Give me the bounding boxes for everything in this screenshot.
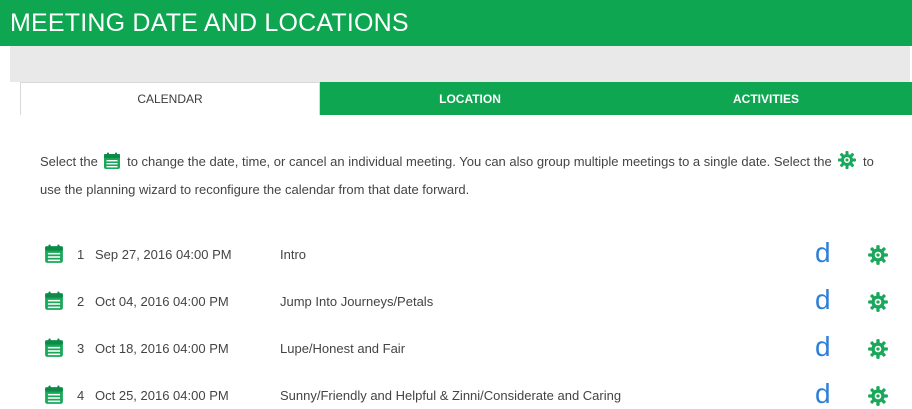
gear-icon[interactable] bbox=[867, 338, 889, 363]
meeting-number: 1 bbox=[77, 247, 85, 262]
meeting-title: Jump Into Journeys/Petals bbox=[280, 294, 434, 309]
meeting-d-link[interactable]: d bbox=[815, 378, 831, 409]
calendar-icon[interactable] bbox=[44, 385, 64, 408]
page-title: MEETING DATE AND LOCATIONS bbox=[10, 9, 409, 37]
header-bar: MEETING DATE AND LOCATIONS bbox=[0, 0, 912, 46]
meeting-settings-screen: MEETING DATE AND LOCATIONS CALENDAR LOCA… bbox=[0, 0, 912, 409]
tab-calendar[interactable]: CALENDAR bbox=[20, 82, 320, 115]
meeting-date: Oct 04, 2016 04:00 PM bbox=[95, 294, 229, 309]
meeting-row: 3 Oct 18, 2016 04:00 PM Lupe/Honest and … bbox=[40, 326, 910, 373]
meeting-title: Lupe/Honest and Fair bbox=[280, 341, 406, 356]
meeting-date: Oct 25, 2016 04:00 PM bbox=[95, 388, 229, 403]
calendar-icon bbox=[103, 152, 121, 178]
instructions-part-2: to change the date, time, or cancel an i… bbox=[127, 154, 832, 169]
meeting-date: Oct 18, 2016 04:00 PM bbox=[95, 341, 229, 356]
tab-bar: CALENDAR LOCATION ACTIVITIES bbox=[20, 82, 912, 115]
meeting-d-link[interactable]: d bbox=[815, 331, 831, 363]
meeting-number: 3 bbox=[77, 341, 85, 356]
meeting-title: Sunny/Friendly and Helpful & Zinni/Consi… bbox=[280, 388, 622, 403]
tab-activities[interactable]: ACTIVITIES bbox=[620, 82, 912, 115]
meeting-d-link[interactable]: d bbox=[815, 237, 831, 269]
meeting-date: Sep 27, 2016 04:00 PM bbox=[95, 247, 232, 262]
meeting-row: 1 Sep 27, 2016 04:00 PM Intro d bbox=[40, 232, 910, 279]
meeting-number: 4 bbox=[77, 388, 85, 403]
meeting-list: 1 Sep 27, 2016 04:00 PM Intro d 2 Oct 04… bbox=[40, 232, 910, 409]
meeting-row: 4 Oct 25, 2016 04:00 PM Sunny/Friendly a… bbox=[40, 373, 910, 409]
instructions-part-1: Select the bbox=[40, 154, 98, 169]
gear-icon[interactable] bbox=[867, 291, 889, 316]
calendar-icon[interactable] bbox=[44, 338, 64, 361]
meeting-title: Intro bbox=[280, 247, 307, 262]
meeting-d-link[interactable]: d bbox=[815, 284, 831, 316]
gear-icon[interactable] bbox=[867, 385, 889, 409]
meeting-number: 2 bbox=[77, 294, 85, 309]
meeting-row: 2 Oct 04, 2016 04:00 PM Jump Into Journe… bbox=[40, 279, 910, 326]
calendar-icon[interactable] bbox=[44, 244, 64, 267]
calendar-icon[interactable] bbox=[44, 291, 64, 314]
header-band bbox=[10, 46, 910, 82]
instructions-text: Select the to change the date, time, or … bbox=[40, 150, 880, 202]
gear-icon bbox=[837, 150, 857, 178]
gear-icon[interactable] bbox=[867, 244, 889, 269]
tab-location[interactable]: LOCATION bbox=[320, 82, 620, 115]
